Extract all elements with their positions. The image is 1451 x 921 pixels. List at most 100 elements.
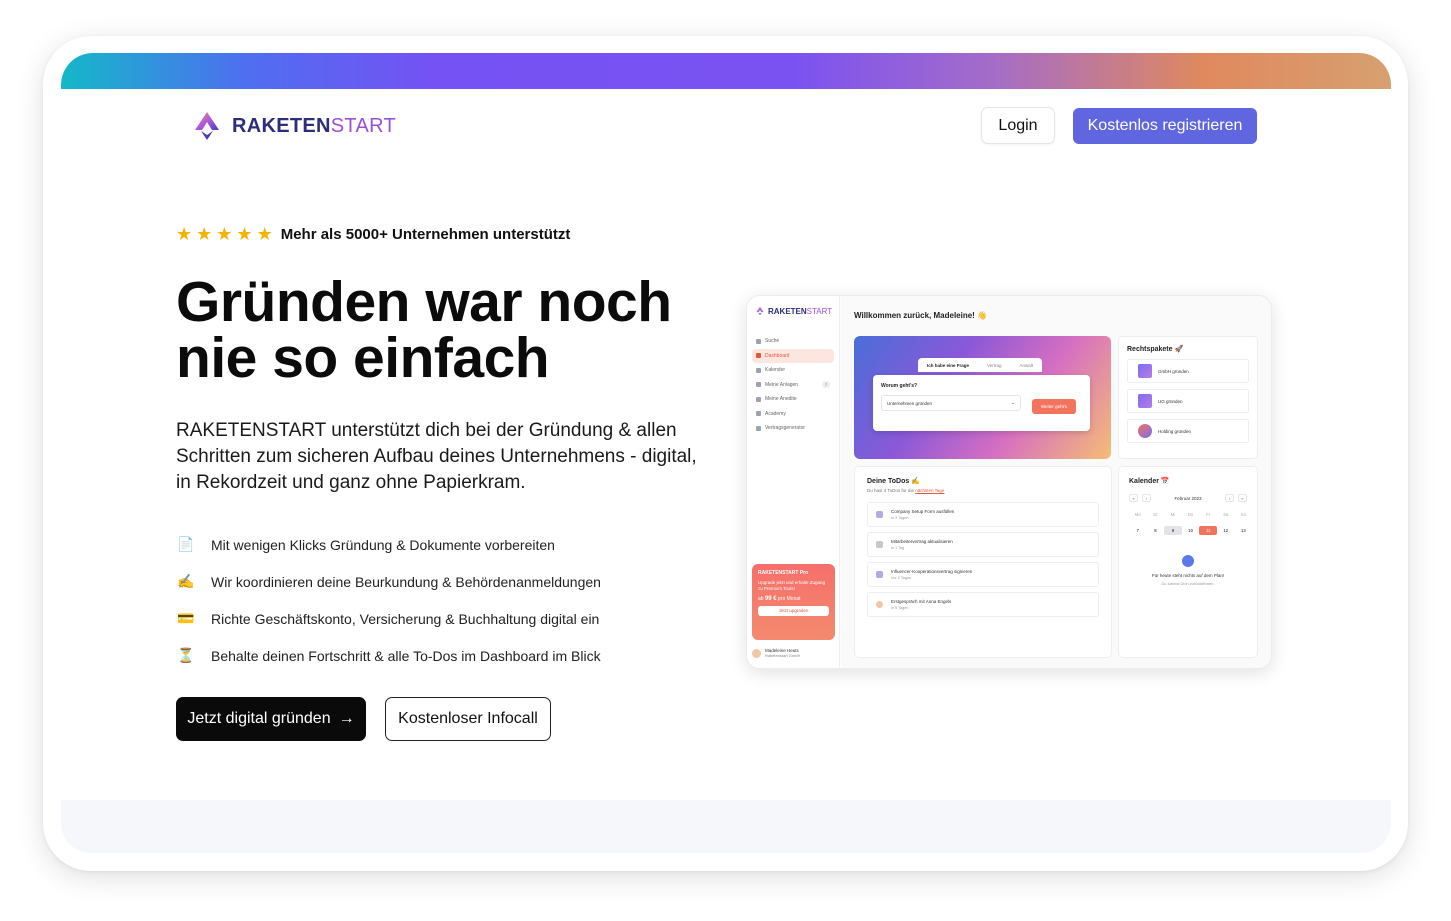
brand-logo[interactable]: RAKETENSTART: [190, 109, 396, 143]
dashboard-logo-bold: RAKETEN: [768, 306, 807, 316]
calendar-day[interactable]: 13: [1235, 526, 1253, 535]
topic-select[interactable]: Unternehmen gründen ⌄: [881, 395, 1021, 411]
upgrade-button[interactable]: Jetzt upgraden: [758, 606, 829, 616]
count-badge: 7: [822, 381, 830, 389]
first-month-icon[interactable]: «: [1129, 494, 1138, 502]
register-button[interactable]: Kostenlos registrieren: [1073, 108, 1257, 144]
feature-text: Wir koordinieren deine Beurkundung & Beh…: [211, 573, 601, 590]
nav-item-anlagen[interactable]: Meine Anlagen 7: [752, 378, 834, 393]
user-profile[interactable]: Madeleine Heuts Raketenstart GmbH: [752, 648, 800, 658]
star-icon: ★: [216, 224, 233, 244]
document-icon: 📄: [177, 536, 195, 552]
star-icon: ★: [236, 224, 253, 244]
folder-icon: [756, 382, 761, 388]
dashboard-logo-light: START: [806, 306, 833, 316]
nav-label: Suche: [765, 338, 780, 345]
feature-item: ✍️ Wir koordinieren deine Beurkundung & …: [176, 563, 601, 600]
calendar-card: Kalender 📅 « ‹ Februar 2023 › » Mo Di Mi…: [1118, 466, 1258, 658]
calendar-day[interactable]: 8: [1147, 526, 1165, 535]
nav-item-vertragsgenerator[interactable]: Vertragsgenerator: [752, 421, 834, 436]
nav-label: Vertragsgenerator: [765, 425, 806, 432]
home-icon: [756, 353, 761, 359]
nav-item-academy[interactable]: Academy: [752, 407, 834, 422]
tab-vertrag[interactable]: Vertrag: [978, 363, 1011, 368]
price-suffix: pro Monat: [778, 595, 801, 602]
todo-item[interactable]: Erstgespräch mit Anna Engels in 5 Tagen: [867, 592, 1099, 617]
hourglass-icon: ⏳: [177, 647, 195, 663]
todos-subtitle-link[interactable]: nächsten Tage: [915, 488, 944, 493]
tab-frage[interactable]: Ich habe eine Frage: [918, 363, 978, 368]
package-label: UG gründen: [1158, 398, 1183, 404]
weekday-label: Fr: [1206, 512, 1211, 517]
hero-subtitle: RAKETENSTART unterstützt dich bei der Gr…: [176, 420, 697, 493]
nav-item-kalender[interactable]: Kalender: [752, 363, 834, 378]
hero-title-line1: Gründen war noch: [176, 270, 672, 334]
todos-subtitle-text: Du hast 4 ToDos für die: [867, 488, 914, 493]
nav-label: Meine Anlagen: [765, 381, 799, 388]
question-tabs: Ich habe eine Frage Vertrag Anwalt: [918, 358, 1043, 372]
rocket-logo-icon: [195, 112, 219, 140]
todo-due: in 1 Tag: [891, 546, 905, 550]
gradient-header-bar: [61, 53, 1391, 89]
weekday-label: Do: [1187, 512, 1194, 517]
todo-due: in 5 Tagen: [891, 606, 909, 610]
nav-label: Academy: [765, 410, 786, 417]
user-company: Raketenstart GmbH: [765, 653, 801, 658]
document-icon: [756, 425, 761, 431]
calendar-day-selected[interactable]: 11: [1199, 526, 1217, 535]
calendar-grid: Mo Di Mi Do Fr Sa So 7 8 9 10 11 12 13: [1129, 510, 1247, 535]
calendar-day[interactable]: 7: [1129, 526, 1147, 535]
dashboard-sidebar: RAKETEN START Suche Dashboard Kalender Me…: [747, 296, 840, 668]
calendar-icon: [756, 367, 761, 373]
calendar-day[interactable]: 12: [1217, 526, 1235, 535]
question-card: Worum geht's? Unternehmen gründen ⌄ Weite…: [873, 375, 1090, 431]
calendar-day-today[interactable]: 9: [1164, 526, 1182, 535]
todos-card: Deine ToDos ✍️ Du hast 4 ToDos für die n…: [854, 466, 1112, 658]
feature-text: Behalte deinen Fortschritt & alle To-Dos…: [211, 647, 601, 664]
next-section-preview: [61, 800, 1391, 853]
next-month-icon[interactable]: ›: [1225, 494, 1234, 502]
calendar-nav: « ‹ Februar 2023 › »: [1129, 494, 1247, 502]
writing-hand-icon: ✍️: [177, 573, 195, 589]
package-ug[interactable]: UG gründen: [1127, 389, 1249, 413]
weekday-label: Di: [1153, 512, 1158, 517]
dashboard-preview: RAKETEN START Suche Dashboard Kalender Me…: [746, 295, 1272, 669]
nav-item-dashboard[interactable]: Dashboard: [752, 348, 834, 363]
weekday-label: So: [1240, 512, 1246, 517]
nav-item-anedite[interactable]: Meine Anedite: [752, 392, 834, 407]
topic-select-value: Unternehmen gründen: [887, 400, 933, 406]
todo-label: Influencer-Kooperationsvertrag signieren: [891, 569, 973, 574]
feature-item: 📄 Mit wenigen Klicks Gründung & Dokument…: [176, 526, 601, 563]
building-icon: [1138, 364, 1152, 378]
feature-item: ⏳ Behalte deinen Fortschritt & alle To-D…: [176, 637, 601, 674]
last-month-icon[interactable]: »: [1238, 494, 1247, 502]
start-founding-label: Jetzt digital gründen: [187, 710, 331, 727]
hero-title-line2: nie so einfach: [176, 326, 550, 390]
start-founding-button[interactable]: Jetzt digital gründen →: [176, 697, 366, 741]
todo-item[interactable]: Influencer-Kooperationsvertrag signieren…: [867, 562, 1099, 587]
todos-subtitle: Du hast 4 ToDos für die nächsten Tage: [867, 488, 1099, 493]
tab-anwalt[interactable]: Anwalt: [1011, 363, 1043, 368]
package-gmbh[interactable]: GmbH gründen: [1127, 359, 1249, 383]
calendar-title: Kalender 📅: [1129, 478, 1170, 485]
todo-item[interactable]: Mitarbeitervertrag aktualisieren in 1 Tag: [867, 532, 1099, 557]
dashboard-nav: Suche Dashboard Kalender Meine Anlagen 7 …: [752, 334, 834, 436]
info-icon: [1182, 555, 1194, 567]
package-holding[interactable]: Holding gründen: [1127, 419, 1249, 443]
video-icon: [756, 411, 761, 417]
browser-frame: RAKETENSTART Login Kostenlos registriere…: [43, 36, 1408, 871]
continue-button[interactable]: Weiter geht's: [1032, 399, 1076, 414]
todo-due: Vor 2 Tagen: [891, 576, 912, 580]
todo-label: Company Setup Form ausfüllen: [891, 509, 955, 514]
todo-item[interactable]: Company Setup Form ausfüllen in 3 Tagen: [867, 502, 1099, 527]
calendar-empty-sub: Du kannst Dich zurücklehnen.: [1161, 581, 1215, 586]
prev-month-icon[interactable]: ‹: [1142, 494, 1151, 502]
weekday-label: Mo: [1134, 512, 1141, 517]
login-button[interactable]: Login: [981, 107, 1055, 144]
calendar-day[interactable]: 10: [1182, 526, 1200, 535]
avatar: [876, 601, 883, 608]
infocall-button[interactable]: Kostenloser Infocall: [385, 697, 551, 741]
weekday-label: Mi: [1170, 512, 1176, 517]
nav-label: Dashboard: [765, 352, 790, 359]
nav-item-suche[interactable]: Suche: [752, 334, 834, 349]
